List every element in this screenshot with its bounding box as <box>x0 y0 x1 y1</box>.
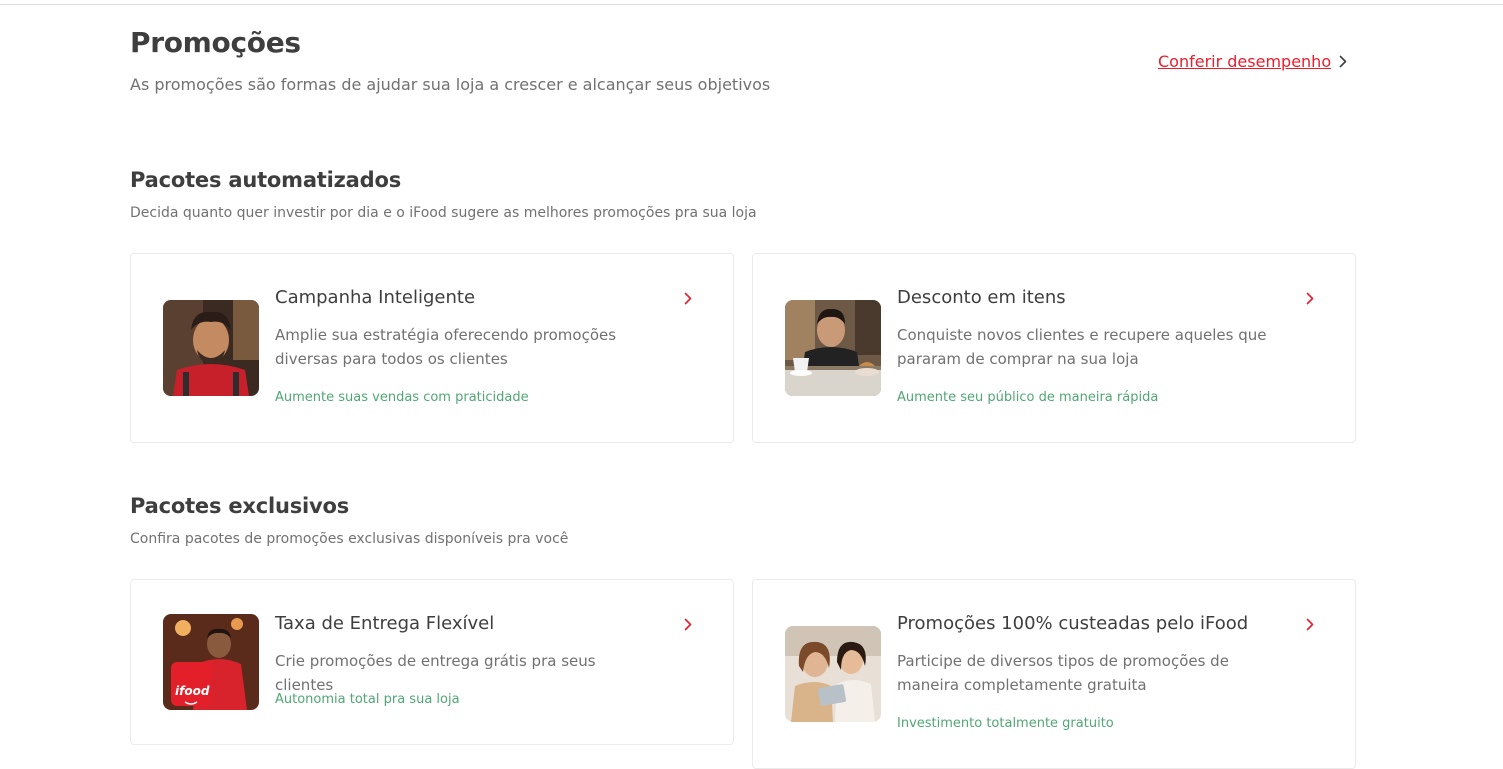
card-title: Promoções 100% custeadas pelo iFood <box>897 613 1249 634</box>
chevron-right-icon <box>1306 290 1314 309</box>
top-divider <box>0 4 1503 5</box>
card-title: Desconto em itens <box>897 287 1066 308</box>
card-tag: Autonomia total pra sua loja <box>275 692 460 707</box>
card-promocoes-100-custeadas[interactable]: Promoções 100% custeadas pelo iFood Part… <box>752 579 1356 769</box>
card-image: ifood <box>163 614 259 710</box>
card-image <box>785 300 881 396</box>
chevron-right-icon <box>684 616 692 635</box>
ifood-logo: ifood <box>175 684 210 698</box>
card-description: Crie promoções de entrega grátis pra seu… <box>275 652 596 694</box>
page-title: Promoções <box>130 26 301 59</box>
card-campanha-inteligente[interactable]: Campanha Inteligente Amplie sua estratég… <box>130 253 734 443</box>
card-tag: Aumente seu público de maneira rápida <box>897 390 1159 405</box>
chevron-right-icon <box>1306 616 1314 635</box>
card-image <box>785 626 881 722</box>
card-title: Campanha Inteligente <box>275 287 476 308</box>
chevron-right-icon <box>1339 55 1347 68</box>
section-subtitle-automated: Decida quanto quer investir por dia e o … <box>130 205 757 221</box>
section-subtitle-exclusive: Confira pacotes de promoções exclusivas … <box>130 531 569 547</box>
page-subtitle: As promoções são formas de ajudar sua lo… <box>130 75 771 94</box>
card-taxa-de-entrega-flexivel[interactable]: ifood Taxa de Entrega Flexível Crie prom… <box>130 579 734 745</box>
section-title-automated: Pacotes automatizados <box>130 168 401 192</box>
performance-link-label: Conferir desempenho <box>1158 52 1332 71</box>
card-description: Amplie sua estratégia oferecendo promoçõ… <box>275 326 617 368</box>
card-title: Taxa de Entrega Flexível <box>275 613 495 634</box>
card-desconto-em-itens[interactable]: Desconto em itens Conquiste novos client… <box>752 253 1356 443</box>
card-tag: Aumente suas vendas com praticidade <box>275 390 529 405</box>
performance-link[interactable]: Conferir desempenho <box>1158 52 1347 71</box>
card-description: Participe de diversos tipos de promoções… <box>897 652 1229 694</box>
chevron-right-icon <box>684 290 692 309</box>
card-image <box>163 300 259 396</box>
section-title-exclusive: Pacotes exclusivos <box>130 494 350 518</box>
card-tag: Investimento totalmente gratuito <box>897 716 1114 731</box>
card-description: Conquiste novos clientes e recupere aque… <box>897 326 1267 368</box>
